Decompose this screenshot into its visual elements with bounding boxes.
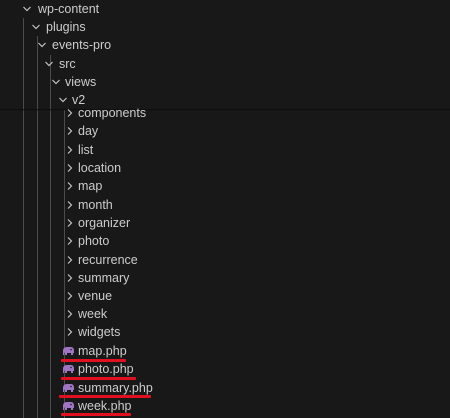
php-elephant-icon [63,384,74,392]
folder-item-label: list [78,143,94,157]
chevron-right-icon [63,104,77,122]
folder-item-components[interactable]: components [0,104,450,122]
php-elephant-icon [63,347,74,355]
folder-item-label: recurrence [78,253,138,267]
folder-item-venue[interactable]: venue [0,287,450,305]
chevron-right-icon [63,214,77,232]
tree-item-label: src [59,57,76,71]
chevron-down-icon [29,18,43,36]
folder-item-month[interactable]: month [0,196,450,214]
highlight-underline [61,413,131,416]
folder-item-label: week [78,307,108,321]
folder-item-organizer[interactable]: organizer [0,214,450,232]
chevron-right-icon [63,141,77,159]
chevron-right-icon [63,177,77,195]
folder-item-label: summary [78,271,130,285]
chevron-right-icon [63,287,77,305]
folder-item-label: day [78,124,99,138]
folder-item-photo[interactable]: photo [0,232,450,250]
folder-item-recurrence[interactable]: recurrence [0,251,450,269]
file-item-label: map.php [78,344,127,358]
folder-item-summary[interactable]: summary [0,269,450,287]
file-explorer: wp-content plugins events-pro src views … [0,0,450,418]
chevron-right-icon [63,122,77,140]
folder-item-label: widgets [78,325,121,339]
chevron-down-icon [49,73,63,91]
folder-item-label: map [78,179,103,193]
folder-item-week[interactable]: week [0,305,450,323]
folder-item-map[interactable]: map [0,177,450,195]
chevron-down-icon [42,55,56,73]
folder-item-widgets[interactable]: widgets [0,323,450,341]
file-item-label: photo.php [78,362,134,376]
chevron-right-icon [63,269,77,287]
tree-item-label: events-pro [52,38,112,52]
folder-item-label: photo [78,234,110,248]
php-elephant-icon [63,365,74,373]
file-item-photo-php[interactable]: photo.php [0,360,450,378]
tree-item-src[interactable]: src [0,55,450,73]
folder-item-label: venue [78,289,113,303]
folder-item-location[interactable]: location [0,159,450,177]
folder-item-label: month [78,198,113,212]
tree-item-plugins[interactable]: plugins [0,18,450,36]
tree-item-label: views [65,75,97,89]
tree-item-events-pro[interactable]: events-pro [0,36,450,54]
folder-item-label: location [78,161,122,175]
chevron-right-icon [63,305,77,323]
tree-item-wp-content[interactable]: wp-content [0,0,450,18]
tree-item-views[interactable]: views [0,73,450,91]
chevron-right-icon [63,232,77,250]
folder-item-list[interactable]: list [0,141,450,159]
chevron-down-icon [20,0,34,18]
folder-item-label: organizer [78,216,131,230]
folder-item-day[interactable]: day [0,122,450,140]
chevron-right-icon [63,323,77,341]
chevron-right-icon [63,196,77,214]
tree-item-label: plugins [46,20,86,34]
tree-item-label: wp-content [38,2,100,16]
chevron-down-icon [35,36,49,54]
chevron-right-icon [63,251,77,269]
folder-item-label: components [78,106,147,120]
php-elephant-icon [63,402,74,410]
chevron-right-icon [63,159,77,177]
file-item-map-php[interactable]: map.php [0,342,450,360]
